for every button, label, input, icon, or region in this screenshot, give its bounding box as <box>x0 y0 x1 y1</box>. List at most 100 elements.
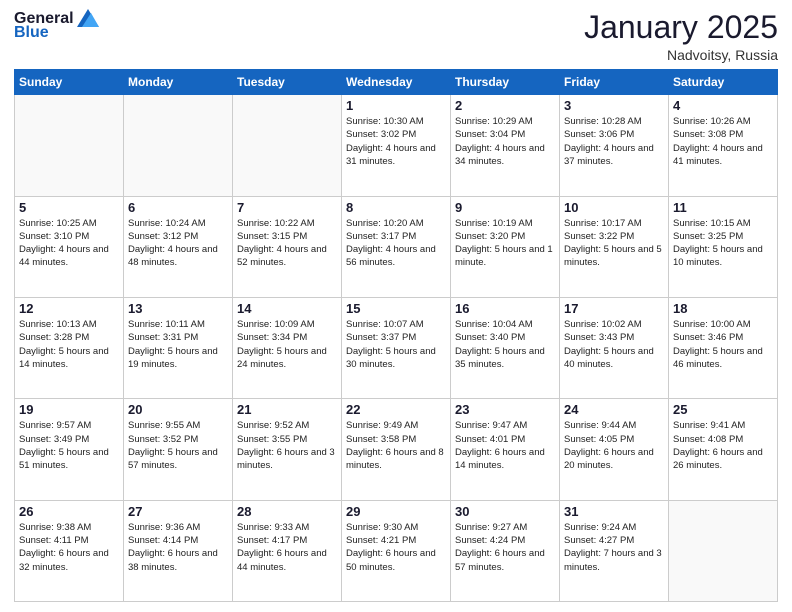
table-row: 5 Sunrise: 10:25 AM Sunset: 3:10 PM Dayli… <box>15 196 124 297</box>
calendar-table: Sunday Monday Tuesday Wednesday Thursday… <box>14 69 778 602</box>
day-number: 3 <box>564 98 664 113</box>
day-info: Sunrise: 10:15 AM Sunset: 3:25 PM Daylig… <box>673 217 773 270</box>
day-info: Sunrise: 10:29 AM Sunset: 3:04 PM Daylig… <box>455 115 555 168</box>
day-info: Sunrise: 10:26 AM Sunset: 3:08 PM Daylig… <box>673 115 773 168</box>
day-info: Sunrise: 10:13 AM Sunset: 3:28 PM Daylig… <box>19 318 119 371</box>
day-number: 18 <box>673 301 773 316</box>
day-info: Sunrise: 10:11 AM Sunset: 3:31 PM Daylig… <box>128 318 228 371</box>
table-row: 25Sunrise: 9:41 AM Sunset: 4:08 PM Dayli… <box>669 399 778 500</box>
calendar-week-row: 19 Sunrise: 9:57 AM Sunset: 3:49 PM Dayli… <box>15 399 778 500</box>
day-info: Sunrise: 10:02 AM Sunset: 3:43 PM Daylig… <box>564 318 664 371</box>
header-monday: Monday <box>124 70 233 95</box>
table-row: 17Sunrise: 10:02 AM Sunset: 3:43 PM Dayl… <box>560 297 669 398</box>
day-number: 10 <box>564 200 664 215</box>
table-row: 28Sunrise: 9:33 AM Sunset: 4:17 PM Dayli… <box>233 500 342 601</box>
day-number: 11 <box>673 200 773 215</box>
day-info: Sunrise: 9:36 AM Sunset: 4:14 PM Dayligh… <box>128 521 228 574</box>
table-row <box>124 95 233 196</box>
table-row: 20Sunrise: 9:55 AM Sunset: 3:52 PM Dayli… <box>124 399 233 500</box>
table-row: 22 Sunrise: 9:49 AM Sunset: 3:58 PM Dayli… <box>342 399 451 500</box>
day-number: 5 <box>19 200 119 215</box>
day-info: Sunrise: 10:30 AM Sunset: 3:02 PM Daylig… <box>346 115 446 168</box>
day-number: 30 <box>455 504 555 519</box>
logo-icon <box>77 9 99 27</box>
day-number: 24 <box>564 402 664 417</box>
day-info: Sunrise: 9:44 AM Sunset: 4:05 PM Dayligh… <box>564 419 664 472</box>
table-row: 21 Sunrise: 9:52 AM Sunset: 3:55 PM Dayli… <box>233 399 342 500</box>
day-info: Sunrise: 9:24 AM Sunset: 4:27 PM Dayligh… <box>564 521 664 574</box>
day-number: 13 <box>128 301 228 316</box>
table-row <box>15 95 124 196</box>
day-info: Sunrise: 10:04 AM Sunset: 3:40 PM Daylig… <box>455 318 555 371</box>
table-row: 14 Sunrise: 10:09 AM Sunset: 3:34 PM Dayl… <box>233 297 342 398</box>
month-title: January 2025 <box>584 10 778 45</box>
day-info: Sunrise: 9:30 AM Sunset: 4:21 PM Dayligh… <box>346 521 446 574</box>
day-number: 31 <box>564 504 664 519</box>
table-row: 6 Sunrise: 10:24 AM Sunset: 3:12 PM Dayli… <box>124 196 233 297</box>
day-info: Sunrise: 10:09 AM Sunset: 3:34 PM Daylig… <box>237 318 337 371</box>
table-row: 26Sunrise: 9:38 AM Sunset: 4:11 PM Dayli… <box>15 500 124 601</box>
day-number: 8 <box>346 200 446 215</box>
day-info: Sunrise: 10:19 AM Sunset: 3:20 PM Daylig… <box>455 217 555 270</box>
header-wednesday: Wednesday <box>342 70 451 95</box>
table-row: 24 Sunrise: 9:44 AM Sunset: 4:05 PM Dayli… <box>560 399 669 500</box>
table-row: 3 Sunrise: 10:28 AM Sunset: 3:06 PM Dayli… <box>560 95 669 196</box>
day-info: Sunrise: 10:20 AM Sunset: 3:17 PM Daylig… <box>346 217 446 270</box>
logo-blue: Blue <box>14 24 49 42</box>
table-row: 1 Sunrise: 10:30 AM Sunset: 3:02 PM Dayli… <box>342 95 451 196</box>
day-number: 9 <box>455 200 555 215</box>
day-number: 28 <box>237 504 337 519</box>
table-row: 15 Sunrise: 10:07 AM Sunset: 3:37 PM Dayl… <box>342 297 451 398</box>
table-row: 10 Sunrise: 10:17 AM Sunset: 3:22 PM Dayl… <box>560 196 669 297</box>
day-info: Sunrise: 9:38 AM Sunset: 4:11 PM Dayligh… <box>19 521 119 574</box>
day-info: Sunrise: 10:17 AM Sunset: 3:22 PM Daylig… <box>564 217 664 270</box>
day-number: 6 <box>128 200 228 215</box>
day-number: 19 <box>19 402 119 417</box>
calendar-week-row: 26Sunrise: 9:38 AM Sunset: 4:11 PM Dayli… <box>15 500 778 601</box>
table-row: 9 Sunrise: 10:19 AM Sunset: 3:20 PM Dayli… <box>451 196 560 297</box>
day-number: 14 <box>237 301 337 316</box>
location: Nadvoitsy, Russia <box>584 47 778 63</box>
table-row: 2 Sunrise: 10:29 AM Sunset: 3:04 PM Dayli… <box>451 95 560 196</box>
table-row <box>669 500 778 601</box>
day-number: 15 <box>346 301 446 316</box>
table-row: 23Sunrise: 9:47 AM Sunset: 4:01 PM Dayli… <box>451 399 560 500</box>
header: General Blue January 2025 Nadvoitsy, Rus… <box>14 10 778 63</box>
calendar-week-row: 1 Sunrise: 10:30 AM Sunset: 3:02 PM Dayli… <box>15 95 778 196</box>
calendar-week-row: 12 Sunrise: 10:13 AM Sunset: 3:28 PM Dayl… <box>15 297 778 398</box>
day-info: Sunrise: 9:47 AM Sunset: 4:01 PM Dayligh… <box>455 419 555 472</box>
table-row <box>233 95 342 196</box>
day-number: 27 <box>128 504 228 519</box>
calendar-week-row: 5 Sunrise: 10:25 AM Sunset: 3:10 PM Dayli… <box>15 196 778 297</box>
day-info: Sunrise: 10:24 AM Sunset: 3:12 PM Daylig… <box>128 217 228 270</box>
day-info: Sunrise: 9:57 AM Sunset: 3:49 PM Dayligh… <box>19 419 119 472</box>
day-info: Sunrise: 10:28 AM Sunset: 3:06 PM Daylig… <box>564 115 664 168</box>
header-tuesday: Tuesday <box>233 70 342 95</box>
day-number: 12 <box>19 301 119 316</box>
day-info: Sunrise: 10:00 AM Sunset: 3:46 PM Daylig… <box>673 318 773 371</box>
weekday-header-row: Sunday Monday Tuesday Wednesday Thursday… <box>15 70 778 95</box>
day-number: 7 <box>237 200 337 215</box>
day-info: Sunrise: 9:49 AM Sunset: 3:58 PM Dayligh… <box>346 419 446 472</box>
day-info: Sunrise: 9:27 AM Sunset: 4:24 PM Dayligh… <box>455 521 555 574</box>
table-row: 12 Sunrise: 10:13 AM Sunset: 3:28 PM Dayl… <box>15 297 124 398</box>
day-number: 2 <box>455 98 555 113</box>
day-info: Sunrise: 9:41 AM Sunset: 4:08 PM Dayligh… <box>673 419 773 472</box>
logo: General Blue <box>14 10 99 42</box>
title-block: January 2025 Nadvoitsy, Russia <box>584 10 778 63</box>
table-row: 31 Sunrise: 9:24 AM Sunset: 4:27 PM Dayli… <box>560 500 669 601</box>
table-row: 18 Sunrise: 10:00 AM Sunset: 3:46 PM Dayl… <box>669 297 778 398</box>
day-number: 22 <box>346 402 446 417</box>
day-info: Sunrise: 10:07 AM Sunset: 3:37 PM Daylig… <box>346 318 446 371</box>
header-saturday: Saturday <box>669 70 778 95</box>
table-row: 11 Sunrise: 10:15 AM Sunset: 3:25 PM Dayl… <box>669 196 778 297</box>
day-number: 21 <box>237 402 337 417</box>
day-info: Sunrise: 10:25 AM Sunset: 3:10 PM Daylig… <box>19 217 119 270</box>
day-info: Sunrise: 9:52 AM Sunset: 3:55 PM Dayligh… <box>237 419 337 472</box>
table-row: 29Sunrise: 9:30 AM Sunset: 4:21 PM Dayli… <box>342 500 451 601</box>
day-number: 20 <box>128 402 228 417</box>
table-row: 30 Sunrise: 9:27 AM Sunset: 4:24 PM Dayli… <box>451 500 560 601</box>
table-row: 16Sunrise: 10:04 AM Sunset: 3:40 PM Dayl… <box>451 297 560 398</box>
day-number: 1 <box>346 98 446 113</box>
table-row: 7Sunrise: 10:22 AM Sunset: 3:15 PM Dayli… <box>233 196 342 297</box>
